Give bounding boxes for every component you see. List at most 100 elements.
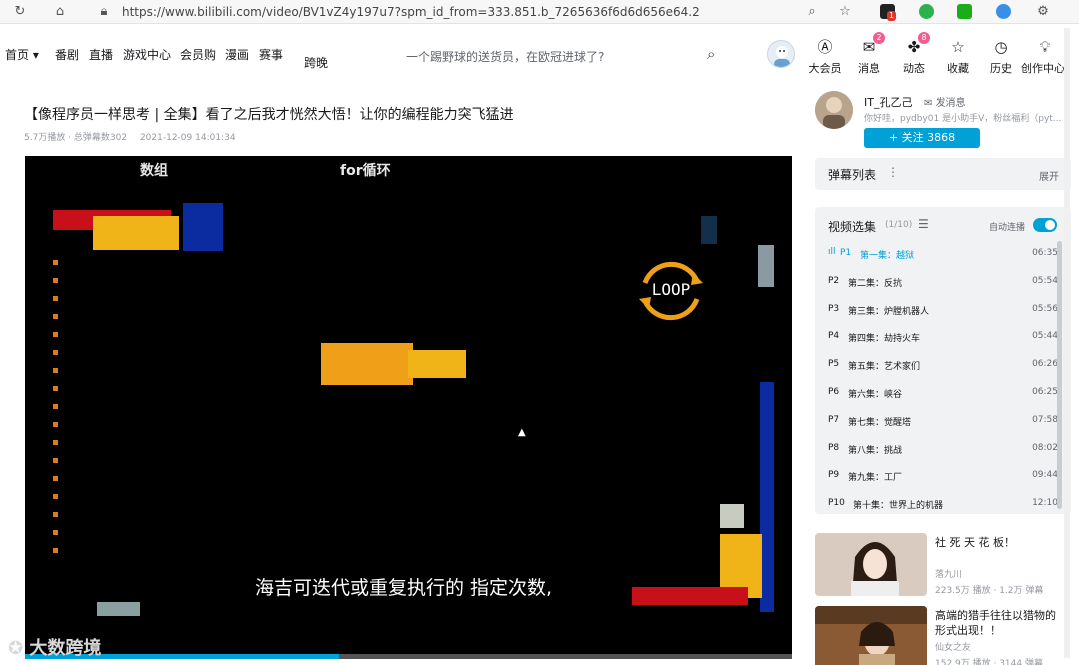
page-title: 【像程序员一样思考 | 全集】看了之后我才恍然大悟！让你的编程能力突飞猛进 bbox=[24, 107, 514, 123]
episode-name: 第十集：世界上的机器 bbox=[853, 501, 944, 512]
address-bar[interactable]: https://www.bilibili.com/video/BV1vZ4y19… bbox=[122, 4, 700, 20]
episode-item[interactable]: P9 第九集：工厂 09:44 bbox=[828, 466, 1058, 486]
episode-name: 第五集：艺术家们 bbox=[848, 362, 921, 373]
recommendation-author[interactable]: 仙女之友 bbox=[935, 640, 971, 653]
publish-date: 2021-12-09 14:01:34 bbox=[139, 133, 236, 143]
mail-icon: ✉ bbox=[924, 98, 936, 109]
vip-button[interactable]: Ⓐ 大会员 bbox=[805, 38, 845, 76]
profile-icon[interactable]: 1 bbox=[880, 4, 897, 21]
message-button-up[interactable]: ✉ 发消息 bbox=[924, 94, 966, 109]
episode-name: 第一集：越狱 bbox=[860, 251, 915, 261]
history-icon: ◷ bbox=[994, 38, 1008, 56]
red-bar bbox=[632, 587, 748, 605]
playlist-scrollbar[interactable] bbox=[1057, 241, 1062, 509]
lock-icon[interactable]: 🔒︎ bbox=[96, 4, 112, 20]
nav-esports[interactable]: 赛事 bbox=[259, 46, 283, 63]
orange-dot bbox=[53, 296, 58, 301]
orange-dot bbox=[53, 476, 58, 481]
zoom-icon[interactable]: ⌕ bbox=[804, 4, 820, 20]
list-icon[interactable]: ☰ bbox=[918, 217, 929, 231]
favorite-icon[interactable]: ☆ bbox=[837, 4, 853, 20]
nav-home[interactable]: 首页 ▾ bbox=[5, 46, 39, 63]
episode-item[interactable]: P3 第三集：炉膛机器人 05:56 bbox=[828, 300, 1058, 320]
recommendation-author[interactable]: 落九川 bbox=[935, 567, 962, 580]
episode-name: 第二集：反抗 bbox=[848, 278, 903, 289]
recommendation-thumbnail[interactable] bbox=[815, 606, 927, 665]
progress-bar[interactable] bbox=[25, 654, 792, 659]
episode-item[interactable]: P5 第五集：艺术家们 06:26 bbox=[828, 355, 1058, 375]
episode-item[interactable]: P2 第二集：反抗 05:54 bbox=[828, 272, 1058, 292]
history-button[interactable]: ◷ 历史 bbox=[981, 38, 1021, 76]
avatar[interactable] bbox=[767, 40, 795, 68]
more-icon[interactable]: ⋮ bbox=[887, 165, 899, 179]
loop-label: LOOP bbox=[651, 280, 691, 299]
nav-games[interactable]: 游戏中心 bbox=[123, 46, 171, 63]
creator-button[interactable]: 💡︎ 创作中心 bbox=[1021, 38, 1065, 76]
recommendation-title[interactable]: 高端的猎手往往以猎物的形式出现！！ bbox=[935, 608, 1065, 638]
episode-name: 第六集：峡谷 bbox=[848, 390, 903, 400]
orange-dot bbox=[53, 440, 58, 445]
episode-item[interactable]: P7 第七集：觉醒塔 07:58 bbox=[828, 411, 1058, 431]
episode-item[interactable]: P10 第十集：世界上的机器 12:10 bbox=[828, 494, 1058, 514]
episode-item[interactable]: P8 第八集：挑战 08:02 bbox=[828, 439, 1058, 459]
dynamic-button[interactable]: ✤ 8 动态 bbox=[894, 32, 934, 76]
extension-wechat-icon[interactable] bbox=[957, 4, 972, 19]
orange-dot bbox=[53, 350, 58, 355]
message-badge: 2 bbox=[873, 32, 885, 44]
orange-dot bbox=[53, 314, 58, 319]
watermark: ✪ 大数跨境 bbox=[8, 638, 102, 659]
episode-duration: 05:56 bbox=[1032, 303, 1058, 314]
refresh-icon[interactable]: ↻ bbox=[12, 4, 28, 20]
home-icon[interactable]: ⌂ bbox=[52, 4, 68, 20]
episode-item[interactable]: ıll P1 第一集：越狱 06:35 bbox=[828, 244, 1058, 264]
extensions-icon[interactable]: ⚙ bbox=[1035, 4, 1051, 20]
play-stats: 5.7万播放 · 总弹幕数302 bbox=[24, 133, 128, 143]
recommendation-title[interactable]: 社 死 天 花 板！ bbox=[935, 535, 1065, 550]
uploader-avatar[interactable] bbox=[815, 91, 853, 129]
episode-item[interactable]: P4 第四集：劫持火车 05:44 bbox=[828, 327, 1058, 347]
episode-number: P5 bbox=[828, 359, 840, 370]
extension-badge: 1 bbox=[887, 11, 897, 21]
creator-icon: 💡︎ bbox=[1039, 38, 1051, 56]
gray-block bbox=[758, 245, 774, 287]
page-scrollbar[interactable] bbox=[1064, 28, 1070, 658]
uploader-name[interactable]: IT_孔乙己 bbox=[864, 94, 912, 110]
nav-anime[interactable]: 番剧 bbox=[55, 46, 79, 63]
recommendation-item[interactable]: 高端的猎手往往以猎物的形式出现！！ 仙女之友 152.9万 播放 · 3144 … bbox=[815, 606, 1071, 665]
episode-duration: 06:26 bbox=[1032, 359, 1058, 370]
yellow-block bbox=[93, 216, 179, 250]
nav-gala[interactable]: 跨晚 bbox=[304, 54, 328, 71]
episode-number: P3 bbox=[828, 303, 840, 314]
recommendation-thumbnail[interactable] bbox=[815, 533, 927, 596]
nav-manga[interactable]: 漫画 bbox=[225, 46, 249, 63]
search-input[interactable]: 一个踢野球的送货员，在欧冠进球了? bbox=[406, 48, 604, 65]
extension-globe-icon[interactable] bbox=[996, 4, 1011, 19]
star-icon: ☆ bbox=[951, 38, 965, 56]
video-player[interactable]: 数组 for循环 LOOP ▲ 海吉可迭代或重复执行的 指定次数, bbox=[25, 156, 792, 659]
message-button[interactable]: ✉ 2 消息 bbox=[849, 32, 889, 76]
vip-icon: Ⓐ bbox=[817, 38, 833, 56]
episode-item[interactable]: P6 第六集：峡谷 06:25 bbox=[828, 383, 1058, 403]
danmaku-expand-button[interactable]: 展开 bbox=[1039, 168, 1059, 183]
nav-mall[interactable]: 会员购 bbox=[180, 46, 216, 63]
playing-icon: ıll bbox=[828, 247, 836, 257]
extension-green-icon[interactable] bbox=[919, 4, 934, 19]
danmaku-panel[interactable]: 弹幕列表 ⋮ 展开 bbox=[815, 158, 1071, 190]
favorites-button[interactable]: ☆ 收藏 bbox=[938, 38, 978, 76]
nav-live[interactable]: 直播 bbox=[89, 46, 113, 63]
episode-duration: 08:02 bbox=[1032, 442, 1058, 453]
site-header: 首页 ▾ 番剧 直播 游戏中心 会员购 漫画 赛事 跨晚 一个踢野球的送货员，在… bbox=[0, 24, 1079, 90]
episode-duration: 06:25 bbox=[1032, 387, 1058, 397]
search-icon[interactable]: ⌕ bbox=[707, 45, 715, 63]
episode-number: P1 bbox=[840, 248, 852, 258]
orange-dot bbox=[53, 404, 58, 409]
episode-number: P9 bbox=[828, 470, 840, 481]
orange-dot bbox=[53, 530, 58, 535]
subtitle: 海吉可迭代或重复执行的 指定次数, bbox=[255, 577, 553, 599]
episode-number: P8 bbox=[828, 442, 840, 453]
browser-toolbar: ↻ ⌂ 🔒︎ https://www.bilibili.com/video/BV… bbox=[0, 0, 1079, 24]
follow-button[interactable]: + 关注 3868 bbox=[864, 128, 980, 148]
orange-dot bbox=[53, 458, 58, 463]
recommendation-item[interactable]: 社 死 天 花 板！ 落九川 223.5万 播放 · 1.2万 弹幕 bbox=[815, 533, 1071, 601]
autoplay-toggle[interactable] bbox=[1033, 218, 1057, 232]
